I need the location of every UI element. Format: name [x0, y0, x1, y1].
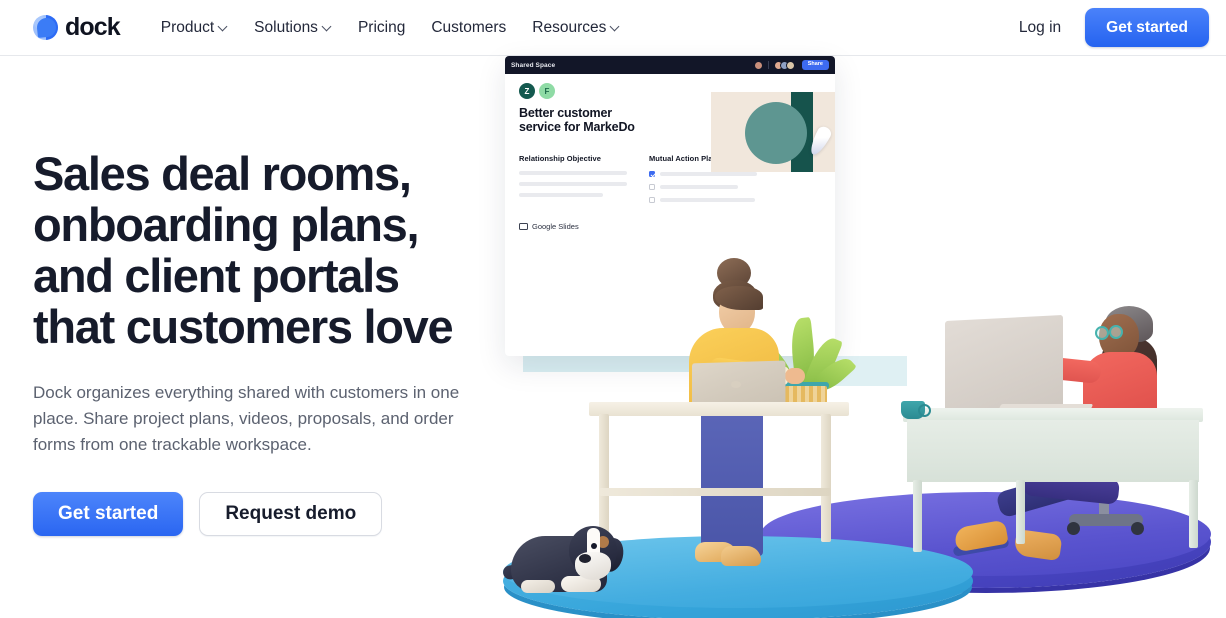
dog-nose [579, 554, 591, 563]
mockup-titlebar-actions: Share [753, 59, 829, 71]
person-left-hand [785, 368, 805, 384]
nav-item-solutions[interactable]: Solutions [241, 13, 345, 43]
chevron-down-icon [219, 22, 228, 31]
nav-item-product[interactable]: Product [148, 13, 241, 43]
placeholder-bar [519, 193, 604, 197]
mockup-titlebar: Shared Space Share [505, 56, 835, 74]
chair-wheel [1067, 522, 1080, 535]
attachment-label: Google Slides [532, 222, 579, 231]
workspace-logo-b: F [539, 83, 555, 99]
desk-left-crossbar [599, 488, 831, 496]
hero-section: Sales deal rooms, onboarding plans, and … [0, 56, 1226, 618]
nav-item-label: Resources [532, 18, 607, 36]
nav-item-label: Pricing [357, 18, 406, 36]
placeholder-bar [660, 185, 738, 189]
dog-eye [591, 543, 597, 549]
workspace-logo-a: Z [519, 83, 535, 99]
placeholder-bar [519, 182, 627, 186]
request-demo-button[interactable]: Request demo [199, 492, 383, 536]
hero-copy: Sales deal rooms, onboarding plans, and … [33, 56, 503, 618]
mockup-title: Shared Space [511, 61, 556, 69]
column-title: Relationship Objective [519, 154, 601, 163]
avatar [785, 60, 795, 70]
avatar-group [773, 60, 795, 70]
dog-paw [521, 580, 555, 593]
hero-cta-group: Get started Request demo [33, 492, 503, 536]
brand-name: dock [65, 13, 121, 41]
primary-nav: Product Solutions Pricing Customers Reso… [148, 13, 634, 43]
checkbox-icon[interactable] [649, 197, 655, 203]
get-started-button-hero[interactable]: Get started [33, 492, 184, 536]
placeholder-bar [660, 198, 756, 202]
nav-item-label: Customers [431, 18, 507, 36]
eyeglasses-icon [1095, 326, 1109, 340]
coffee-mug [901, 401, 931, 419]
nav-actions: Log in Get started [1005, 7, 1209, 48]
page-title: Sales deal rooms, onboarding plans, and … [33, 147, 454, 353]
chair-wheel [1131, 522, 1144, 535]
checklist-item[interactable] [649, 184, 757, 190]
dock-circle-logo-icon [33, 15, 58, 40]
placeholder-bar [660, 172, 757, 176]
slides-icon [519, 223, 528, 230]
checkbox-checked-icon[interactable] [649, 171, 655, 177]
desk-right-leg [1189, 480, 1198, 548]
checklist-item[interactable] [649, 197, 757, 203]
nav-item-pricing[interactable]: Pricing [345, 13, 418, 43]
nav-item-resources[interactable]: Resources [519, 13, 633, 43]
hero-subtitle: Dock organizes everything shared with cu… [33, 383, 460, 454]
desk-right-leg [913, 480, 922, 552]
shared-space-mockup: Shared Space Share Z F Better customer s… [505, 56, 835, 356]
desk-right-front [907, 420, 1199, 482]
eyeglasses-icon [1109, 325, 1123, 339]
monitor-screen [945, 314, 1063, 414]
mockup-body: Z F Better customer service for MarkeDo … [505, 74, 835, 231]
desk-right-leg [1016, 480, 1025, 544]
desk-left-top [589, 402, 849, 416]
placeholder-bar [519, 171, 627, 175]
divider [767, 61, 769, 69]
get-started-button-nav[interactable]: Get started [1085, 7, 1209, 48]
login-link[interactable]: Log in [1005, 13, 1075, 43]
chevron-down-icon [323, 22, 332, 31]
top-navigation-bar: dock Product Solutions Pricing Customers… [0, 0, 1226, 56]
person-left-shoe [721, 546, 761, 566]
mockup-column-relationship-objective: Relationship Objective [519, 154, 627, 210]
checkbox-icon[interactable] [649, 184, 655, 190]
avatar [753, 60, 763, 70]
laptop-logo [731, 381, 741, 388]
share-button[interactable]: Share [801, 59, 829, 71]
chevron-down-icon [611, 22, 620, 31]
nav-item-label: Solutions [254, 18, 318, 36]
attachment-google-slides[interactable]: Google Slides [519, 222, 579, 231]
nav-item-customers[interactable]: Customers [418, 13, 519, 43]
nav-item-label: Product [160, 18, 215, 36]
desk-left-leg [821, 414, 831, 542]
brand-logo-link[interactable]: dock [33, 13, 121, 41]
hero-illustration: Shared Space Share Z F Better customer s… [502, 56, 1226, 618]
person-left-legs [701, 408, 763, 556]
person-left-hair-front [715, 286, 763, 310]
